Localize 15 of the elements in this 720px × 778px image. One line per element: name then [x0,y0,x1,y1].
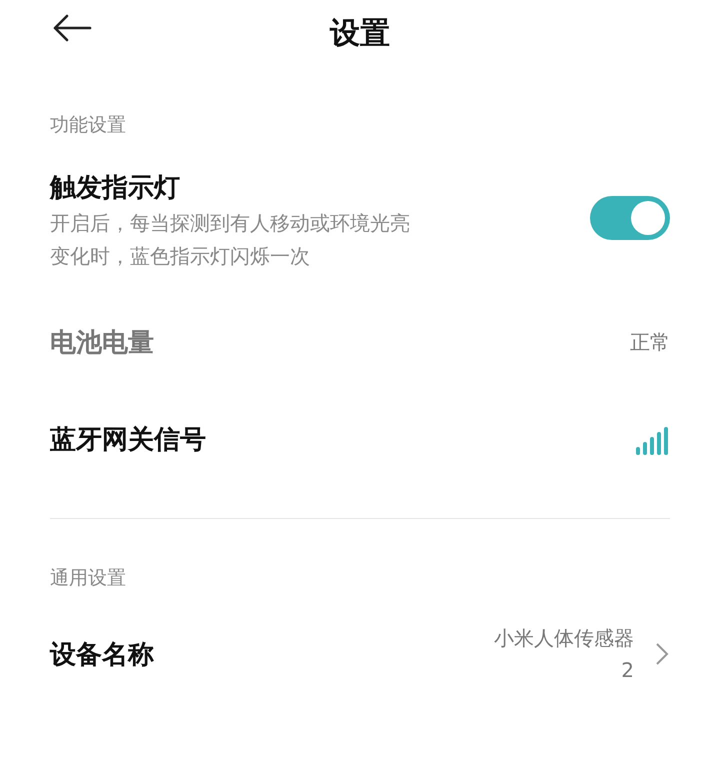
toggle-switch[interactable] [590,196,670,240]
setting-title: 蓝牙网关信号 [50,424,206,457]
section-label: 通用设置 [50,566,127,591]
back-arrow-icon [52,14,92,42]
signal-strength-icon [634,424,670,454]
chevron-right-icon [654,641,670,667]
setting-title: 电池电量 [50,327,154,360]
setting-value: 小米人体传感器 2 [493,625,634,684]
section-label: 功能设置 [50,113,127,138]
back-button[interactable] [52,14,92,42]
setting-title: 触发指示灯 [50,172,181,205]
page-title: 设置 [330,14,390,52]
setting-description: 开启后，每当探测到有人移动或环境光亮变化时，蓝色指示灯闪烁一次 [50,210,411,270]
setting-title: 设备名称 [50,638,154,672]
setting-value: 正常 [630,329,670,356]
